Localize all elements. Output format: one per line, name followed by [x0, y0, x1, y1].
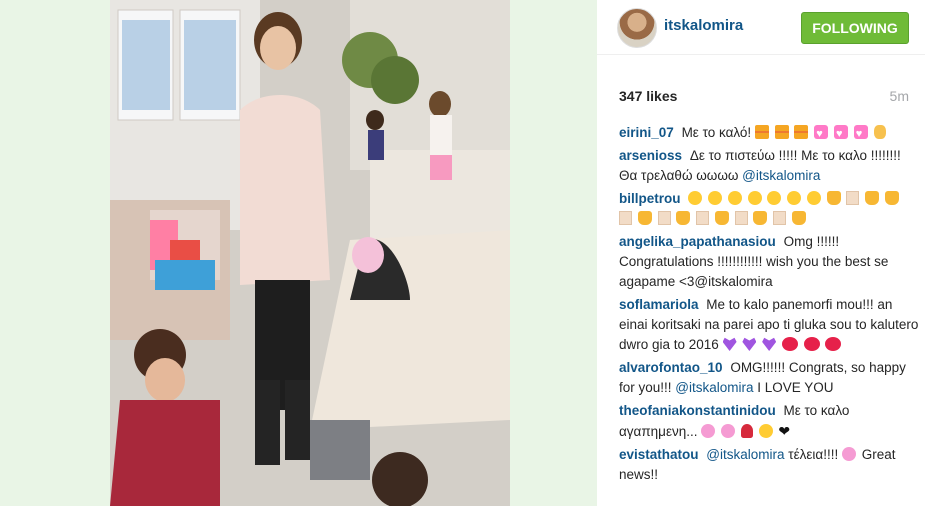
comment-item: evistathatou @itskalomira τέλεια!!!! Gre… — [619, 445, 919, 485]
comment-item: theofaniakonstantinidou Με το καλο αγαπη… — [619, 401, 919, 442]
following-button[interactable]: FOLLOWING — [801, 12, 909, 44]
comment-text: Με το καλό! — [681, 125, 752, 140]
face-icon — [688, 191, 703, 205]
comment-username[interactable]: billpetrou — [619, 191, 681, 206]
post-meta: 347 likes 5m — [619, 88, 909, 104]
clapping-hands-icon — [676, 211, 691, 225]
purple-heart-icon — [722, 337, 737, 351]
prayer-hands-icon — [865, 191, 880, 205]
face-icon — [767, 191, 782, 205]
post-side-panel: itskalomira FOLLOWING 347 likes 5m eirin… — [597, 0, 925, 506]
comment-item: eirini_07 Με το καλό! — [619, 123, 919, 144]
avatar[interactable] — [617, 8, 657, 48]
prayer-hands-icon — [884, 191, 899, 205]
comment-username[interactable]: evistathatou — [619, 447, 699, 462]
purple-heart-icon — [762, 337, 777, 351]
comment-username[interactable]: angelika_papathanasiou — [619, 234, 776, 249]
kiss-face-icon — [758, 424, 773, 438]
placeholder-box-icon — [846, 191, 860, 205]
face-icon — [708, 191, 723, 205]
post-photo-illustration — [110, 0, 510, 506]
comment-item: arsenioss Δε το πιστεύω !!!!! Με το καλο… — [619, 146, 919, 186]
placeholder-box-icon — [696, 211, 710, 225]
comment-item: angelika_papathanasiou Omg !!!!!! Congra… — [619, 232, 919, 292]
face-icon — [787, 191, 802, 205]
comment-item: soflamariola Me to kalo panemorfi mou!!!… — [619, 295, 919, 355]
kiss-lips-icon — [825, 337, 842, 351]
placeholder-box-icon — [619, 211, 632, 225]
mention-link[interactable]: @itskalomira — [675, 380, 753, 395]
clapping-hands-icon — [753, 211, 768, 225]
comment-username[interactable]: alvarofontao_10 — [619, 360, 723, 375]
comment-username[interactable]: eirini_07 — [619, 125, 674, 140]
comments-list: eirini_07 Με το καλό! arsenioss Δε το πι… — [619, 123, 919, 488]
rose-icon — [740, 424, 753, 438]
comment-text: τέλεια!!!! — [788, 447, 839, 462]
kiss-lips-icon — [803, 337, 820, 351]
comment-username[interactable]: theofaniakonstantinidou — [619, 403, 776, 418]
mention-link[interactable]: @itskalomira — [706, 447, 784, 462]
face-icon — [747, 191, 762, 205]
post-time: 5m — [889, 88, 909, 104]
gift-icon — [754, 125, 769, 139]
comment-text-continued: I LOVE YOU — [757, 380, 834, 395]
face-icon — [806, 191, 821, 205]
prayer-hands-icon — [637, 211, 652, 225]
comment-username[interactable]: soflamariola — [619, 297, 699, 312]
purple-heart-icon — [742, 337, 757, 351]
heart-icon — [853, 124, 868, 144]
placeholder-box-icon — [773, 211, 787, 225]
heart-black-icon: ❤ — [778, 423, 791, 439]
prayer-hands-icon — [826, 191, 841, 205]
username-link[interactable]: itskalomira — [664, 17, 743, 34]
comment-item: billpetrou — [619, 189, 919, 229]
heart-icon — [814, 124, 829, 144]
face-icon — [727, 191, 742, 205]
clapping-hands-icon — [791, 211, 806, 225]
ok-hand-icon — [873, 125, 886, 139]
mention-link[interactable]: @itskalomira — [742, 168, 820, 183]
kiss-lips-icon — [781, 337, 798, 351]
pink-hearts-icon — [701, 424, 716, 438]
comment-username[interactable]: arsenioss — [619, 148, 682, 163]
heart-icon — [841, 447, 856, 461]
comment-item: alvarofontao_10 OMG!!!!!! Congrats, so h… — [619, 358, 919, 398]
placeholder-box-icon — [734, 211, 748, 225]
post-header: itskalomira FOLLOWING — [597, 0, 925, 55]
heart-icon — [834, 124, 848, 144]
gift-icon — [774, 125, 789, 139]
pink-hearts-icon — [721, 424, 736, 438]
gift-icon — [794, 125, 809, 139]
post-photo[interactable] — [110, 0, 510, 506]
clapping-hands-icon — [714, 211, 729, 225]
likes-count[interactable]: 347 likes — [619, 88, 677, 104]
placeholder-box-icon — [657, 211, 671, 225]
